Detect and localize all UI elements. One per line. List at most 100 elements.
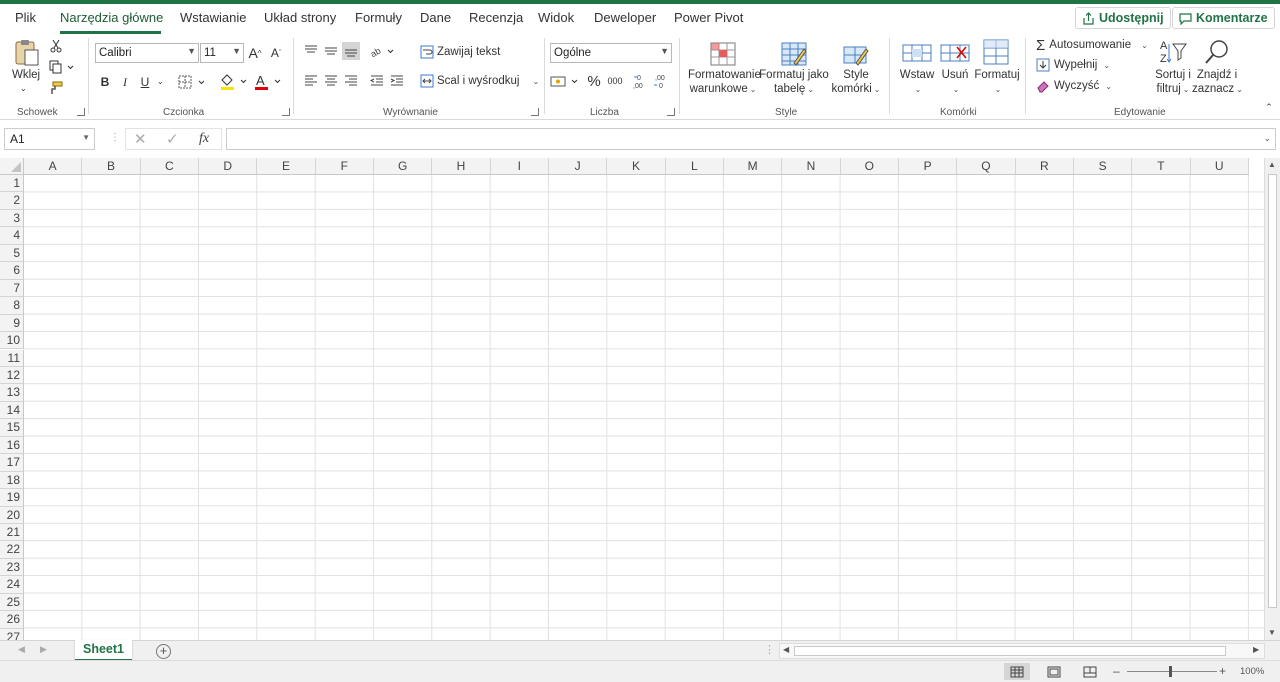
underline-chevron-icon[interactable]: ⌄ xyxy=(157,77,164,86)
shrink-font-icon[interactable]: Aˇ xyxy=(267,43,285,63)
add-sheet-icon[interactable]: + xyxy=(156,644,171,659)
collapse-ribbon-icon[interactable]: ⌃ xyxy=(1262,100,1276,114)
paste-button[interactable] xyxy=(10,38,44,68)
cancel-icon[interactable]: ✕ xyxy=(134,130,147,148)
row-header[interactable]: 10 xyxy=(0,332,24,350)
row-header[interactable]: 13 xyxy=(0,384,24,402)
align-right-icon[interactable] xyxy=(342,72,360,90)
name-box[interactable]: A1 ▼ xyxy=(4,128,95,150)
column-header[interactable]: U xyxy=(1190,158,1249,175)
column-header[interactable]: N xyxy=(782,158,841,175)
format-button[interactable]: Formatuj ⌄ xyxy=(974,68,1020,97)
paste-dropdown-caret[interactable]: ⌄ xyxy=(20,82,27,96)
row-header[interactable]: 26 xyxy=(0,611,24,629)
row-header[interactable]: 19 xyxy=(0,489,24,507)
bold-button[interactable]: B xyxy=(97,72,113,92)
column-header[interactable]: L xyxy=(665,158,724,175)
row-header[interactable]: 17 xyxy=(0,454,24,472)
comma-style-icon[interactable]: 000 xyxy=(605,71,625,91)
column-header[interactable]: F xyxy=(315,158,374,175)
row-header[interactable]: 12 xyxy=(0,366,24,385)
fill-color-button[interactable] xyxy=(219,72,249,92)
tab-wstawianie[interactable]: Wstawianie xyxy=(180,10,246,25)
tab-recenzja[interactable]: Recenzja xyxy=(469,10,523,25)
column-header[interactable]: J xyxy=(548,158,608,175)
font-launcher-icon[interactable] xyxy=(282,108,290,116)
row-header[interactable]: 2 xyxy=(0,192,24,210)
column-header[interactable]: E xyxy=(257,158,316,175)
column-header[interactable]: C xyxy=(140,158,199,175)
decrease-decimal-icon[interactable]: ,00 0 xyxy=(652,71,670,91)
row-header[interactable]: 22 xyxy=(0,541,24,559)
cell-styles-button[interactable]: Style komórki ⌄ xyxy=(828,68,884,97)
next-sheet-icon[interactable]: ▶ xyxy=(40,644,47,655)
expand-formula-icon[interactable]: ⌄ xyxy=(1263,133,1271,144)
autosum-button[interactable]: Σ Autosumowanie ⌄ xyxy=(1036,37,1148,54)
tab-split-handle-icon[interactable]: ⋮ xyxy=(764,643,775,656)
underline-button[interactable]: U xyxy=(137,72,153,92)
decrease-indent-icon[interactable] xyxy=(368,72,386,90)
column-header[interactable]: O xyxy=(840,158,899,175)
sort-filter-button[interactable]: Sortuj i filtruj ⌄ xyxy=(1150,68,1196,97)
grow-font-icon[interactable]: A ^ xyxy=(246,43,264,63)
delete-button[interactable]: Usuń ⌄ xyxy=(934,68,976,97)
row-header[interactable]: 14 xyxy=(0,401,24,420)
row-header[interactable]: 7 xyxy=(0,279,24,298)
zoom-in-button[interactable]: + xyxy=(1219,664,1226,678)
column-header[interactable]: A xyxy=(24,158,83,175)
cells-area[interactable] xyxy=(24,175,1264,640)
cell-styles-icon[interactable] xyxy=(841,39,871,69)
column-header[interactable]: G xyxy=(373,158,433,175)
align-center-icon[interactable] xyxy=(322,72,340,90)
insert-function-button[interactable]: fx xyxy=(199,131,209,147)
row-header[interactable]: 15 xyxy=(0,419,24,437)
conditional-formatting-button[interactable]: Formatowanie warunkowe ⌄ xyxy=(688,68,761,97)
row-header[interactable]: 27 xyxy=(0,628,24,640)
orientation-icon[interactable]: ab xyxy=(368,42,398,60)
borders-button[interactable] xyxy=(177,72,207,92)
formula-input[interactable]: ⌄ xyxy=(226,128,1276,150)
zoom-out-button[interactable]: – xyxy=(1113,664,1120,678)
zoom-slider-thumb[interactable] xyxy=(1169,666,1172,677)
conditional-formatting-icon[interactable] xyxy=(708,39,738,69)
percent-style-icon[interactable]: % xyxy=(585,71,603,91)
zoom-level[interactable]: 100% xyxy=(1240,666,1264,677)
resize-handle-icon[interactable]: ⋮ xyxy=(110,132,120,143)
row-header[interactable]: 11 xyxy=(0,349,24,367)
row-header[interactable]: 21 xyxy=(0,524,24,542)
insert-cells-icon[interactable] xyxy=(901,39,933,67)
font-name-dropdown[interactable]: Calibri ▼ xyxy=(95,43,199,63)
tab-widok[interactable]: Widok xyxy=(538,10,574,25)
scroll-right-icon[interactable]: ▶ xyxy=(1253,645,1259,654)
column-header[interactable]: T xyxy=(1132,158,1191,175)
row-header[interactable]: 3 xyxy=(0,209,24,228)
format-cells-icon[interactable] xyxy=(981,37,1011,67)
share-button[interactable]: Udostępnij xyxy=(1075,7,1171,29)
copy-icon[interactable] xyxy=(47,58,75,76)
scroll-left-icon[interactable]: ◀ xyxy=(783,645,789,654)
spreadsheet-grid[interactable]: ABCDEFGHIJKLMNOPQRSTU 1 2 3 4 5 6 7 8 9 10 11 12 13 1… xyxy=(0,158,1264,640)
number-format-dropdown[interactable]: Ogólne ▼ xyxy=(550,43,672,63)
fill-button[interactable]: Wypełnij ⌄ xyxy=(1036,57,1110,73)
scroll-up-icon[interactable]: ▲ xyxy=(1268,160,1276,169)
merge-center-button[interactable]: Scal i wyśrodkuj ⌄ xyxy=(420,72,539,90)
row-header[interactable]: 23 xyxy=(0,558,24,577)
font-color-button[interactable]: A xyxy=(253,72,283,92)
column-header[interactable]: P xyxy=(898,158,958,175)
row-header[interactable]: 4 xyxy=(0,227,24,245)
align-left-icon[interactable] xyxy=(302,72,320,90)
scroll-down-icon[interactable]: ▼ xyxy=(1268,628,1276,637)
insert-button[interactable]: Wstaw ⌄ xyxy=(896,68,938,97)
find-select-button[interactable]: Znajdź i zaznacz ⌄ xyxy=(1192,68,1243,97)
column-header[interactable]: K xyxy=(607,158,666,175)
tab-power-pivot[interactable]: Power Pivot xyxy=(674,10,743,25)
italic-button[interactable]: I xyxy=(117,72,133,92)
column-header[interactable]: I xyxy=(490,158,549,175)
zoom-slider-track[interactable] xyxy=(1127,671,1217,672)
font-size-dropdown[interactable]: 11 ▼ xyxy=(200,43,244,63)
column-header[interactable]: S xyxy=(1073,158,1133,175)
row-header[interactable]: 25 xyxy=(0,593,24,612)
column-header[interactable]: D xyxy=(198,158,258,175)
select-all-corner[interactable] xyxy=(0,158,24,175)
row-header[interactable]: 20 xyxy=(0,506,24,524)
